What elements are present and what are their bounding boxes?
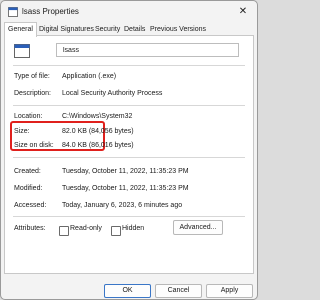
application-icon [14, 44, 30, 58]
close-icon: ✕ [238, 6, 248, 17]
advanced-button[interactable]: Advanced... [173, 220, 223, 235]
modified-value: Tuesday, October 11, 2022, 11:35:23 PM [62, 185, 189, 192]
hidden-checkbox[interactable] [111, 226, 121, 236]
file-name-input[interactable] [56, 43, 239, 57]
divider [13, 157, 245, 158]
window-title: lsass Properties [22, 7, 79, 16]
size-label: Size: [14, 128, 30, 135]
application-icon [8, 7, 18, 17]
cancel-button[interactable]: Cancel [155, 284, 202, 298]
general-tab-panel: Type of file: Application (.exe) Descrip… [4, 35, 254, 274]
description-value: Local Security Authority Process [62, 90, 163, 97]
hidden-label: Hidden [122, 225, 145, 232]
divider [13, 65, 245, 66]
accessed-value: Today, January 6, 2023, 6 minutes ago [62, 202, 183, 209]
close-button[interactable]: ✕ [235, 5, 251, 19]
location-label: Location: [14, 113, 43, 120]
description-label: Description: [14, 90, 51, 97]
size-value: 82.0 KB (84,056 bytes) [62, 128, 134, 135]
accessed-label: Accessed: [14, 202, 47, 209]
properties-window: lsass Properties ✕ General Digital Signa… [0, 0, 258, 300]
readonly-checkbox[interactable] [59, 226, 69, 236]
readonly-label: Read-only [70, 225, 102, 232]
created-value: Tuesday, October 11, 2022, 11:35:23 PM [62, 168, 189, 175]
ok-button[interactable]: OK [104, 284, 151, 298]
title-bar: lsass Properties ✕ [1, 1, 257, 23]
divider [13, 216, 245, 217]
attributes-label: Attributes: [14, 225, 46, 232]
tab-general[interactable]: General [4, 22, 37, 37]
type-value: Application (.exe) [62, 73, 117, 80]
apply-button[interactable]: Apply [206, 284, 253, 298]
type-label: Type of file: [14, 73, 50, 80]
size-on-disk-value: 84.0 KB (86,016 bytes) [62, 142, 134, 149]
created-label: Created: [14, 168, 41, 175]
modified-label: Modified: [14, 185, 43, 192]
location-value: C:\Windows\System32 [62, 113, 133, 120]
divider [13, 105, 245, 106]
size-on-disk-label: Size on disk: [14, 142, 54, 149]
